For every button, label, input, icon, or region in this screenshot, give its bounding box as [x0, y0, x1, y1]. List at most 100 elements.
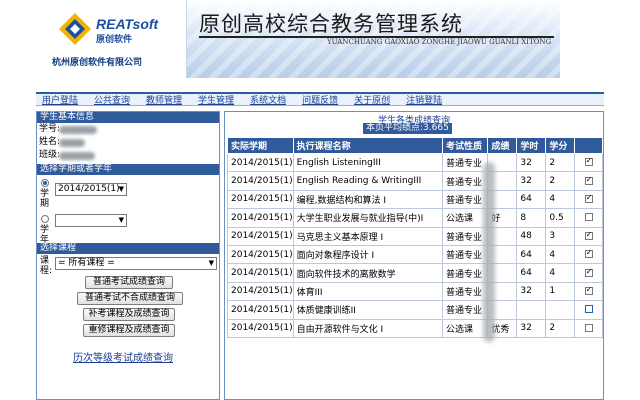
redacted-student-id [59, 126, 97, 134]
term-select[interactable]: 2014/2015(1) ▼ [55, 183, 127, 196]
col-term: 实际学期 [227, 137, 294, 154]
nav-teacher-admin[interactable]: 教师管理 [146, 93, 182, 106]
cell-select [574, 263, 603, 283]
table-row: 2014/2015(1) English ListeningIII 普通专业 32 2 [227, 152, 603, 173]
row-checkbox[interactable] [584, 323, 593, 332]
nav-public-query[interactable]: 公共查询 [94, 93, 130, 106]
cell-course: English Reading & WritingIII [292, 171, 444, 191]
cell-exam-type: 公选课 [442, 318, 489, 338]
cell-hours: 64 [516, 263, 547, 283]
row-checkbox[interactable] [584, 213, 593, 222]
main-nav: 用户登陆 公共查询 教师管理 学生管理 系统文档 问题反馈 关于原创 注销登陆 [36, 92, 604, 106]
year-label: 学年 [40, 225, 50, 245]
table-row: 2014/2015(1) 面向软件技术的离散数学 普通专业 64 4 [227, 263, 603, 283]
redacted-student-name [59, 139, 85, 147]
course-label: 课程: [40, 256, 53, 276]
cell-course: 面向软件技术的离散数学 [292, 263, 444, 283]
col-credit: 学分 [545, 137, 576, 154]
cell-credit [545, 300, 576, 320]
cell-term: 2014/2015(1) [227, 208, 294, 228]
nav-student-admin[interactable]: 学生管理 [198, 93, 234, 106]
grades-table-header: 实际学期 执行课程名称 考试性质 成绩 学时 学分 [227, 137, 603, 154]
table-row: 2014/2015(1) 自由开源软件与文化 I 公选课 优秀 32 2 [227, 318, 603, 338]
cell-exam-type: 普通专业 [442, 300, 489, 320]
cell-credit: 4 [545, 189, 576, 210]
cell-course: 体质健康训练II [292, 300, 444, 320]
cell-credit: 0.5 [545, 208, 576, 228]
col-hours: 学时 [516, 137, 547, 154]
cell-select [574, 152, 603, 173]
year-select[interactable]: ▼ [55, 214, 127, 227]
cell-course: 编程,数据结构和算法 I [292, 189, 444, 210]
course-select[interactable]: = 所有课程 = ▼ [55, 257, 217, 270]
cell-course: English ListeningIII [292, 152, 444, 173]
table-row: 2014/2015(1) 大学生职业发展与就业指导(中)I 公选课好 8 0.5 [227, 208, 603, 228]
cell-term: 2014/2015(1) [227, 171, 294, 191]
cell-credit: 4 [545, 244, 576, 265]
student-id-label: 学号: [39, 124, 61, 134]
cell-select [574, 226, 603, 246]
level-exam-history-link[interactable]: 历次等级考试成绩查询 [73, 349, 173, 364]
logo-mark-icon [59, 13, 91, 45]
nav-user-login[interactable]: 用户登陆 [42, 93, 78, 106]
cell-term: 2014/2015(1) [227, 318, 294, 338]
nav-logout[interactable]: 注销登陆 [406, 93, 442, 106]
banner-title: 原创高校综合教务管理系统 [199, 12, 463, 36]
cell-hours: 32 [516, 152, 547, 173]
row-checkbox[interactable] [584, 175, 593, 185]
row-checkbox[interactable] [584, 156, 593, 167]
cell-hours: 64 [516, 244, 547, 265]
col-exam-type: 考试性质 [442, 137, 489, 154]
cell-select [574, 171, 603, 191]
makeup-exam-query-button[interactable]: 补考课程及成绩查询 [83, 308, 175, 321]
cell-select [574, 281, 603, 302]
term-select-value: 2014/2015(1) [58, 184, 120, 194]
cell-exam-type: 普通专业 [442, 189, 489, 210]
cell-exam-type: 普通专业 [442, 152, 489, 173]
cell-select [574, 208, 603, 228]
cell-hours: 32 [516, 171, 547, 191]
table-row: 2014/2015(1) English Reading & WritingIII… [227, 171, 603, 191]
retake-course-query-button[interactable]: 重修课程及成绩查询 [83, 324, 175, 337]
term-radio[interactable] [41, 179, 49, 187]
table-row: 2014/2015(1) 马克思主义基本原理 I 普通专业 48 3 [227, 226, 603, 246]
table-row: 2014/2015(1) 面向对象程序设计 I 普通专业 64 4 [227, 244, 603, 265]
student-class-label: 班级: [39, 150, 61, 160]
banner-pinyin: YUANCHUANG GAOXIAO ZONGHE JIAOWU GUANLI … [327, 38, 552, 46]
chevron-down-icon: ▼ [208, 259, 214, 267]
nav-system-docs[interactable]: 系统文档 [250, 93, 286, 106]
results-panel: 学生各类成绩查询 本页平均绩点:3.665 实际学期 执行课程名称 考试性质 成… [224, 111, 604, 400]
student-id-row: 学号: [37, 123, 219, 136]
left-panel: 学生基本信息 学号: 姓名: 班级: 选择学期或者学年 学期 2014/2015… [36, 111, 220, 400]
cell-term: 2014/2015(1) [227, 300, 294, 320]
cell-hours: 64 [516, 189, 547, 210]
row-checkbox[interactable] [584, 305, 593, 314]
cell-exam-type: 普通专业 [442, 226, 489, 246]
grades-table-body: 2014/2015(1)English ListeningIII普通专业3222… [227, 152, 603, 338]
row-checkbox[interactable] [584, 285, 593, 295]
cell-course: 面向对象程序设计 I [292, 244, 444, 265]
nav-feedback[interactable]: 问题反馈 [302, 93, 338, 106]
row-checkbox[interactable] [584, 267, 593, 277]
choose-course-header: 选择课程 [37, 243, 219, 254]
cell-credit: 2 [545, 318, 576, 338]
year-radio[interactable] [41, 215, 49, 223]
row-checkbox[interactable] [584, 230, 593, 240]
row-checkbox[interactable] [584, 193, 593, 203]
redacted-scores [483, 162, 495, 342]
normal-exam-query-button[interactable]: 普通考试成绩查询 [85, 276, 173, 289]
failed-exam-query-button[interactable]: 普通考试不合成绩查询 [77, 292, 183, 305]
cell-term: 2014/2015(1) [227, 189, 294, 210]
cell-credit: 2 [545, 152, 576, 173]
cell-term: 2014/2015(1) [227, 263, 294, 283]
cell-term: 2014/2015(1) [227, 281, 294, 302]
logo-brand: REATsoft [96, 16, 159, 32]
cell-credit: 4 [545, 263, 576, 283]
row-checkbox[interactable] [584, 248, 593, 259]
cell-exam-type: 普通专业 [442, 281, 489, 302]
cell-select [574, 189, 603, 210]
cell-credit: 1 [545, 281, 576, 302]
query-buttons: 普通考试成绩查询 普通考试不合成绩查询 补考课程及成绩查询 重修课程及成绩查询 [37, 276, 219, 356]
cell-credit: 3 [545, 226, 576, 246]
nav-about[interactable]: 关于原创 [354, 93, 390, 106]
